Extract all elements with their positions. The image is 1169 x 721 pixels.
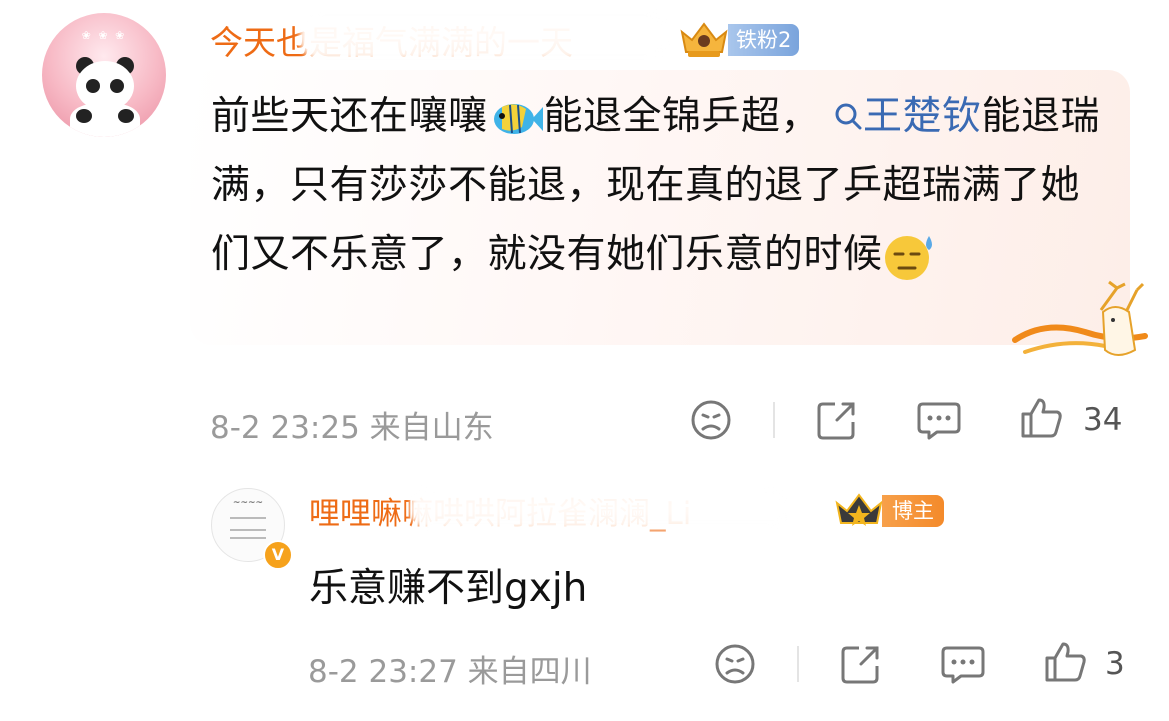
crown-icon bbox=[680, 22, 728, 57]
like-count: 3 bbox=[1105, 646, 1125, 682]
divider bbox=[797, 646, 799, 682]
reply-timestamp-location: 8-2 23:27 来自四川 bbox=[308, 654, 592, 690]
comment-text-part1: 前些天还在嚷嚷 bbox=[211, 94, 488, 139]
verified-icon: V bbox=[263, 540, 293, 570]
fan-level-badge: 铁粉2 bbox=[728, 24, 800, 56]
dislike-face-icon[interactable] bbox=[713, 642, 757, 686]
crown-icon bbox=[835, 493, 883, 526]
avatar[interactable]: ❀ ❀ ❀ bbox=[42, 13, 166, 137]
share-icon[interactable] bbox=[839, 642, 883, 686]
share-icon[interactable] bbox=[815, 398, 859, 442]
comment-text-part2: 能退全锦乒超， bbox=[543, 94, 821, 139]
name-redaction bbox=[410, 486, 790, 530]
deer-decoration-icon bbox=[1012, 280, 1148, 356]
like-thumb-icon[interactable] bbox=[1043, 640, 1087, 684]
topic-link-label: 王楚钦 bbox=[862, 94, 982, 139]
name-redaction bbox=[300, 10, 670, 60]
sweat-emoji-icon bbox=[884, 235, 932, 280]
author-badge: 博主 bbox=[882, 495, 944, 527]
avatar-title: ~~~~ bbox=[232, 498, 264, 508]
fish-emoji-icon bbox=[493, 103, 543, 134]
divider bbox=[773, 402, 775, 438]
comment-text: 前些天还在嚷嚷 能退全锦乒超， 王楚钦能退瑞满，只有莎莎不能退，现在真的退了乒超… bbox=[211, 82, 1111, 289]
reply-text: 乐意赚不到gxjh bbox=[309, 566, 588, 611]
dislike-face-icon[interactable] bbox=[689, 398, 733, 442]
like-count: 34 bbox=[1083, 402, 1123, 438]
topic-link[interactable]: 王楚钦 bbox=[833, 94, 982, 139]
search-icon bbox=[835, 103, 862, 130]
like-thumb-icon[interactable] bbox=[1019, 396, 1063, 440]
comment-icon[interactable] bbox=[941, 642, 985, 686]
avatar-caption: ❀ ❀ ❀ bbox=[81, 29, 127, 42]
comment-timestamp-location: 8-2 23:25 来自山东 bbox=[210, 410, 494, 446]
comment-icon[interactable] bbox=[917, 398, 961, 442]
